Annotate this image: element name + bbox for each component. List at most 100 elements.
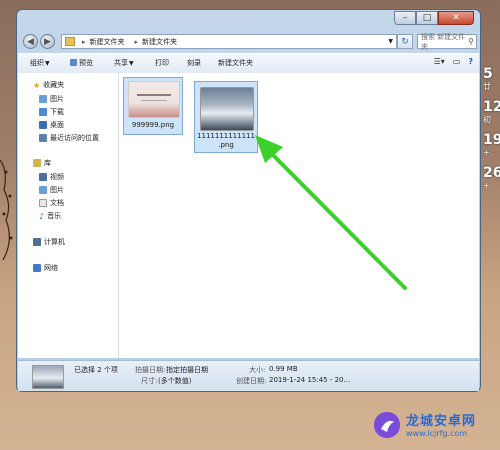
size-value: 0.99 MB — [269, 365, 298, 373]
nav-item-label: 桌面 — [50, 121, 64, 129]
nav-item-label: 图片 — [50, 186, 64, 194]
nav-computer[interactable]: 计算机 — [33, 237, 65, 247]
minimize-button[interactable]: – — [394, 11, 416, 25]
maximize-button[interactable]: □ — [416, 11, 438, 25]
address-bar[interactable]: ▸ 新建文件夹 ▸ 新建文件夹 ▼ — [61, 34, 397, 49]
dimensions-label: 尺寸: — [141, 377, 158, 385]
desktop-icon — [39, 121, 47, 129]
organize-label: 组织 — [30, 59, 44, 67]
nav-item-label: 下载 — [50, 108, 64, 116]
nav-network-label: 网络 — [44, 264, 58, 272]
help-icon[interactable]: ? — [468, 57, 473, 66]
refresh-button[interactable]: ↻ — [397, 34, 413, 49]
print-button[interactable]: 打印 — [155, 58, 169, 68]
date-taken-label: 拍摄日期: — [135, 366, 166, 374]
navigation-pane: ★ 收藏夹 图片 下载 桌面 最近访问的位置 库 视频 图片 文档 ♪ 音乐 计… — [18, 73, 119, 358]
widget-day: 12 — [483, 99, 500, 115]
nav-item-recent[interactable]: 最近访问的位置 — [39, 133, 99, 143]
close-button[interactable]: ✕ — [438, 11, 474, 25]
nav-libraries-label: 库 — [44, 159, 51, 167]
pictures-icon — [39, 95, 47, 103]
arrow-shaft — [267, 149, 407, 290]
nav-item-desktop[interactable]: 桌面 — [39, 120, 64, 130]
nav-item-label: 文档 — [50, 199, 64, 207]
annotation-arrow — [255, 135, 407, 290]
breadcrumb-separator: ▸ — [134, 37, 139, 46]
window-controls: – □ ✕ — [394, 11, 474, 25]
nav-item-library-pictures[interactable]: 图片 — [39, 185, 64, 195]
watermark: 龙城安卓网 www.lcjrfg.com — [372, 410, 496, 446]
preview-button[interactable]: 预览 — [70, 58, 93, 68]
breadcrumb-item[interactable]: 新建文件夹 — [90, 37, 125, 47]
desktop-calendar-widget: 5 廿 12 初 19 + 26 + — [483, 66, 500, 190]
breadcrumb-item[interactable]: 新建文件夹 — [142, 37, 177, 47]
widget-row: 12 初 — [483, 99, 500, 124]
widget-row: 5 廿 — [483, 66, 500, 91]
new-folder-button[interactable]: 新建文件夹 — [218, 58, 253, 68]
view-controls: ☰▾ ▭ ? — [434, 57, 473, 66]
nav-network[interactable]: 网络 — [33, 263, 58, 273]
widget-lunar: + — [483, 148, 490, 157]
widget-lunar: + — [483, 181, 490, 190]
forward-arrow-icon: ▶ — [44, 36, 51, 47]
back-arrow-icon: ◀ — [27, 36, 34, 47]
burn-label: 刻录 — [187, 59, 201, 67]
pictures-icon — [39, 186, 47, 194]
back-button[interactable]: ◀ — [23, 34, 38, 49]
dimensions-value: (多个数值) — [158, 377, 192, 385]
widget-day: 26 — [483, 165, 500, 181]
folder-icon — [65, 37, 75, 46]
widget-row: 26 + — [483, 165, 500, 190]
widget-lunar: 初 — [483, 115, 491, 124]
nav-item-music[interactable]: ♪ 音乐 — [39, 211, 61, 221]
search-icon: ⚲ — [468, 37, 474, 46]
nav-favorites[interactable]: ★ 收藏夹 — [33, 80, 64, 90]
preview-label: 预览 — [79, 59, 93, 67]
nav-item-label: 视频 — [50, 173, 64, 181]
refresh-icon: ↻ — [401, 36, 409, 47]
computer-icon — [33, 238, 41, 246]
watermark-title: 龙城安卓网 — [406, 414, 477, 429]
file-list: 999999.png 1111111111111 .png — [119, 73, 479, 358]
chevron-down-icon: ▼ — [45, 60, 50, 67]
nav-item-label: 最近访问的位置 — [50, 134, 99, 142]
size-label: 大小: — [249, 366, 266, 374]
search-input[interactable]: 搜索 新建文件夹 ⚲ — [417, 32, 477, 51]
chevron-down-icon: ▼ — [129, 60, 134, 67]
nav-item-videos[interactable]: 视频 — [39, 172, 64, 182]
search-placeholder: 搜索 新建文件夹 — [421, 32, 466, 51]
widget-day: 5 — [483, 66, 493, 82]
network-icon — [33, 264, 41, 272]
command-bar: 组织▼ 预览 共享▼ 打印 刻录 新建文件夹 ☰▾ ▭ ? — [18, 53, 479, 74]
preview-icon — [70, 59, 77, 66]
print-label: 打印 — [155, 59, 169, 67]
burn-button[interactable]: 刻录 — [187, 58, 201, 68]
selection-thumbnail — [32, 365, 64, 389]
change-view-icon[interactable]: ☰▾ — [434, 57, 445, 66]
widget-day: 19 — [483, 132, 500, 148]
address-dropdown-icon[interactable]: ▼ — [388, 38, 393, 45]
nav-item-pictures[interactable]: 图片 — [39, 94, 64, 104]
watermark-logo-icon — [374, 412, 400, 438]
nav-libraries[interactable]: 库 — [33, 158, 51, 168]
download-icon — [39, 108, 47, 116]
nav-item-documents[interactable]: 文档 — [39, 198, 64, 208]
nav-item-downloads[interactable]: 下载 — [39, 107, 64, 117]
new-folder-label: 新建文件夹 — [218, 59, 253, 67]
nav-item-label: 音乐 — [47, 212, 62, 220]
breadcrumb-separator: ▸ — [82, 37, 86, 46]
video-icon — [39, 173, 47, 181]
details-pane: 已选择 2 个项 拍摄日期: 指定拍摄日期 大小: 0.99 MB 尺寸: (多… — [18, 360, 479, 391]
nav-computer-label: 计算机 — [44, 238, 65, 246]
forward-button[interactable]: ▶ — [40, 34, 55, 49]
organize-menu[interactable]: 组织▼ — [30, 58, 50, 68]
address-row: ◀ ▶ ▸ 新建文件夹 ▸ 新建文件夹 ▼ ↻ 搜索 新建文件夹 ⚲ — [21, 32, 477, 52]
share-menu[interactable]: 共享▼ — [114, 58, 134, 68]
date-taken-value[interactable]: 指定拍摄日期 — [166, 365, 208, 375]
music-icon: ♪ — [39, 211, 45, 221]
widget-row: 19 + — [483, 132, 500, 157]
explorer-window: – □ ✕ ◀ ▶ ▸ 新建文件夹 ▸ 新建文件夹 ▼ ↻ 搜索 新建文件夹 ⚲… — [16, 9, 481, 392]
preview-pane-icon[interactable]: ▭ — [453, 57, 461, 66]
nav-item-label: 图片 — [50, 95, 64, 103]
watermark-url: www.lcjrfg.com — [406, 429, 468, 438]
